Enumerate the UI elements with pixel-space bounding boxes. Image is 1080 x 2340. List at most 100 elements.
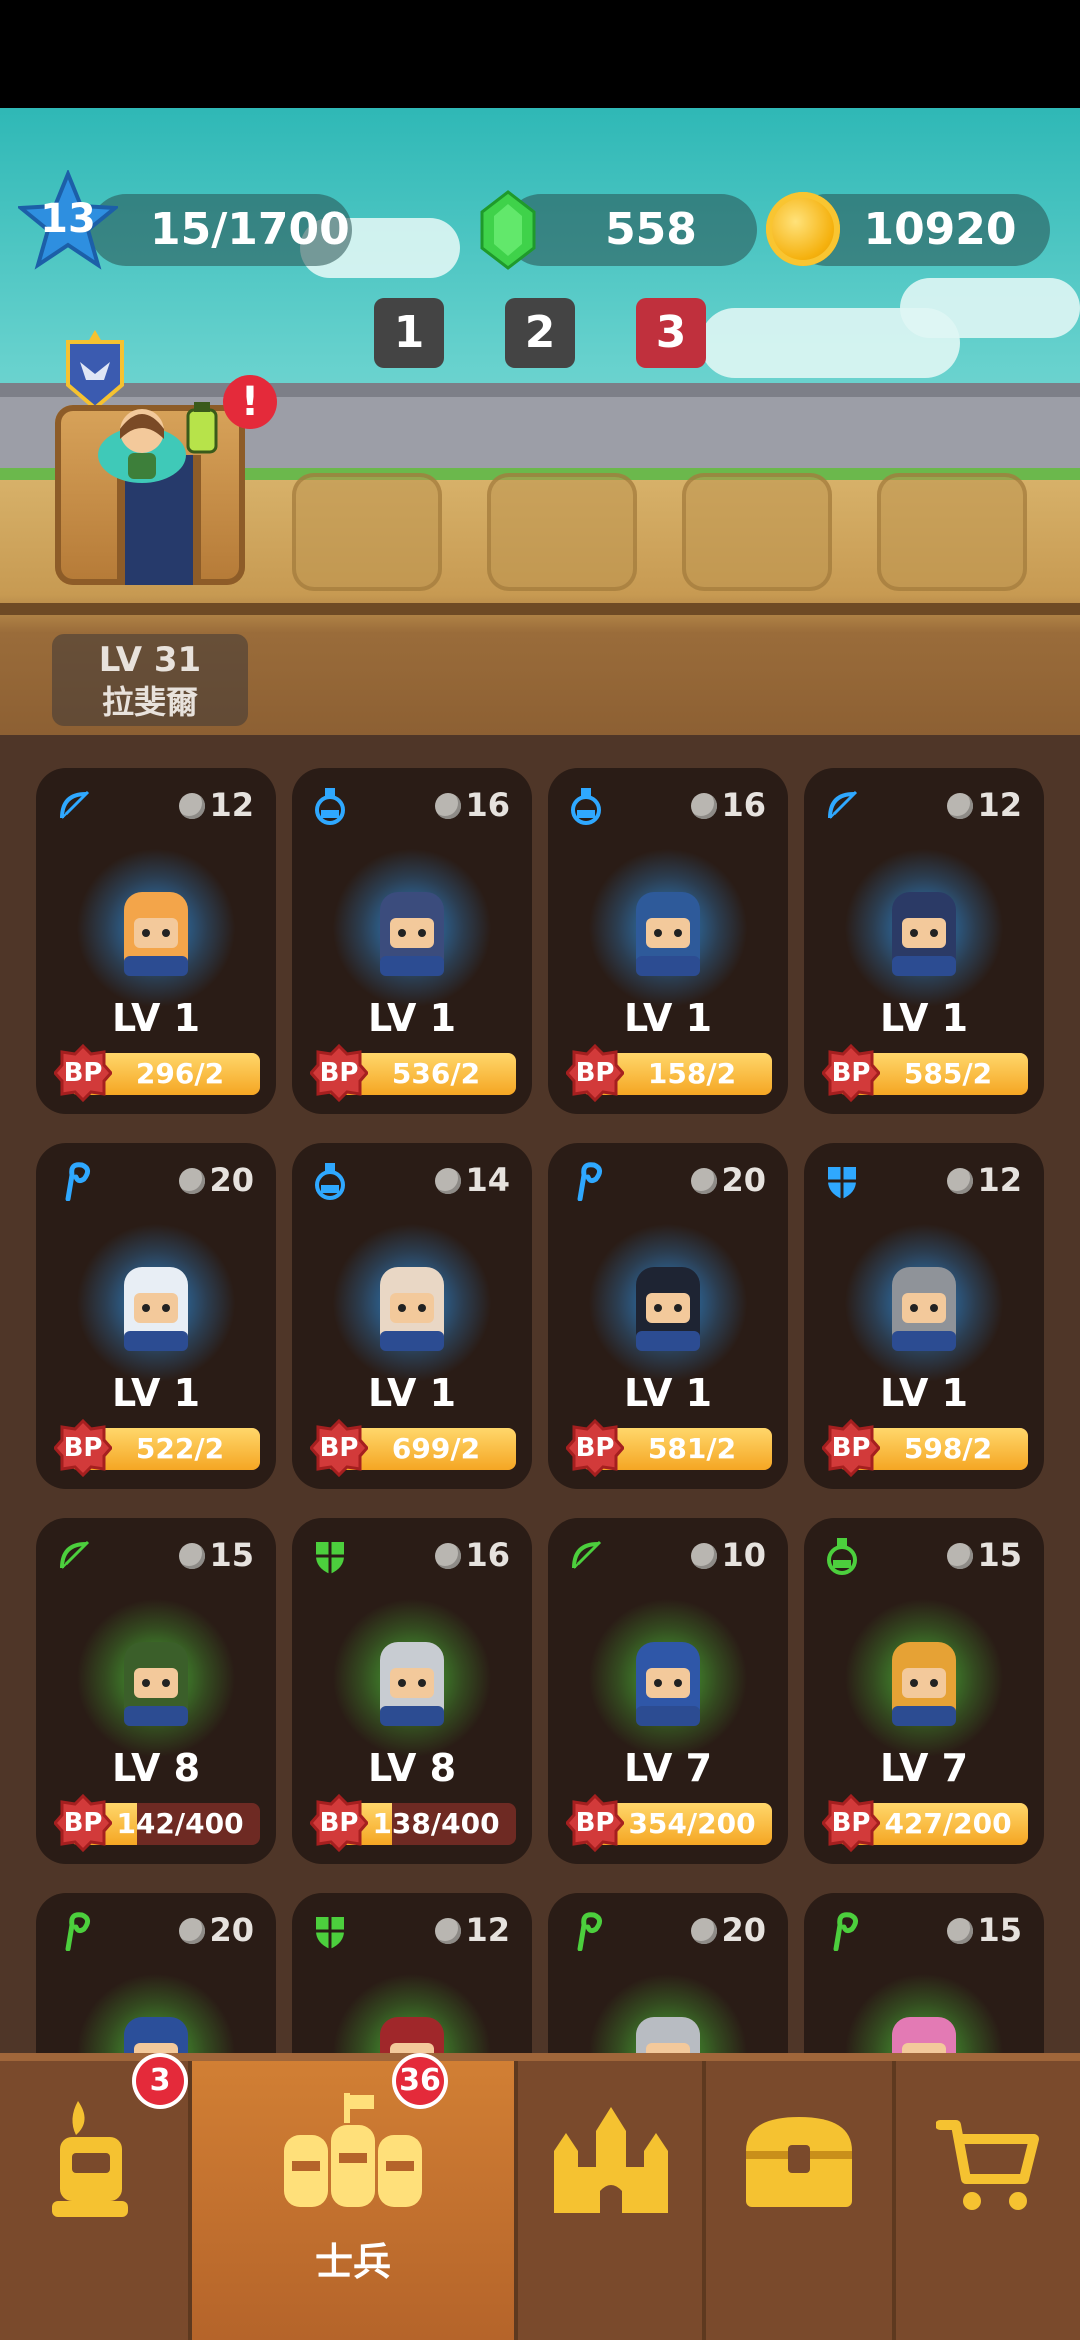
cost-icon	[435, 1168, 462, 1194]
xp-value: 15/1700	[150, 204, 350, 255]
soldier-character-icon	[892, 2017, 956, 2053]
cost-icon	[179, 1168, 206, 1194]
soldier-card[interactable]: 16 LV 8 138/400 BP	[292, 1518, 532, 1864]
nav-chest[interactable]	[706, 2061, 892, 2340]
soldier-card[interactable]: 16 LV 1 158/2 BP	[548, 768, 788, 1114]
soldier-character-icon	[636, 2017, 700, 2053]
cost-value: 15	[209, 1536, 254, 1574]
cost-value: 12	[209, 786, 254, 824]
soldier-level: LV 1	[111, 1371, 201, 1415]
bp-label: BP	[319, 1808, 359, 1838]
bp-label: BP	[63, 1433, 103, 1463]
soldier-card[interactable]: 20	[548, 1893, 788, 2053]
hero-label[interactable]: LV 31 拉斐爾	[52, 634, 248, 726]
deploy-cost: 12	[435, 1907, 510, 1953]
bow-icon	[822, 786, 862, 826]
soldier-card[interactable]: 15 LV 8 142/400 BP	[36, 1518, 276, 1864]
soldier-level: LV 1	[623, 1371, 713, 1415]
bp-label: BP	[319, 1058, 359, 1088]
bp-value: 598/2	[903, 1432, 993, 1465]
nav-castle[interactable]	[518, 2061, 702, 2340]
cost-icon	[947, 1918, 974, 1944]
soldier-level: LV 8	[367, 1746, 457, 1790]
cost-icon	[435, 1543, 462, 1569]
soldier-card[interactable]: 20	[36, 1893, 276, 2053]
bp-value: 699/2	[391, 1432, 481, 1465]
potion-icon	[822, 1536, 862, 1576]
staff-icon	[822, 1911, 862, 1952]
deploy-cost: 15	[179, 1532, 254, 1578]
hero-torch-icon	[52, 2101, 128, 2217]
soldier-character-icon	[892, 892, 956, 976]
soldier-character-icon	[380, 2017, 444, 2053]
deploy-cost: 15	[947, 1907, 1022, 1953]
bp-badge-icon: BP	[309, 1418, 369, 1478]
wave-3-button[interactable]: 3	[636, 298, 706, 368]
deploy-slot[interactable]	[292, 473, 442, 591]
bp-badge-icon: BP	[821, 1793, 881, 1853]
cost-value: 12	[977, 1161, 1022, 1199]
cost-value: 20	[721, 1161, 766, 1199]
bp-value: 522/2	[135, 1432, 225, 1465]
deploy-cost: 20	[691, 1157, 766, 1203]
bp-value: 296/2	[135, 1057, 225, 1090]
soldier-character-icon	[892, 1267, 956, 1351]
nav-soldiers-label: 士兵	[314, 2240, 391, 2284]
cost-value: 10	[721, 1536, 766, 1574]
deploy-slot[interactable]	[487, 473, 637, 591]
shield-icon	[310, 1911, 350, 1951]
bp-value: 536/2	[391, 1057, 481, 1090]
coin-icon	[766, 192, 840, 266]
nav-shop[interactable]	[896, 2061, 1080, 2340]
cost-value: 14	[465, 1161, 510, 1199]
hero-character-icon[interactable]	[95, 395, 190, 485]
deploy-cost: 12	[179, 782, 254, 828]
shield-icon	[310, 1536, 350, 1576]
alert-badge: !	[223, 375, 277, 429]
soldier-card[interactable]: 20 LV 1 522/2 BP	[36, 1143, 276, 1489]
staff-icon	[566, 1911, 606, 1952]
wave-1-button[interactable]: 1	[374, 298, 444, 368]
deploy-cost: 20	[691, 1907, 766, 1953]
cost-icon	[947, 1168, 974, 1194]
soldier-card[interactable]: 12 LV 1 296/2 BP	[36, 768, 276, 1114]
cost-value: 16	[465, 786, 510, 824]
soldier-level: LV 1	[879, 1371, 969, 1415]
soldier-card[interactable]: 12 LV 1 585/2 BP	[804, 768, 1044, 1114]
bp-value: 138/400	[372, 1807, 500, 1840]
bp-label: BP	[575, 1808, 615, 1838]
soldier-card[interactable]: 16 LV 1 536/2 BP	[292, 768, 532, 1114]
deploy-cost: 20	[179, 1157, 254, 1203]
soldier-level: LV 7	[623, 1746, 713, 1790]
staff-icon	[54, 1161, 94, 1202]
soldier-card[interactable]: 15 LV 7 427/200 BP	[804, 1518, 1044, 1864]
soldier-level: LV 1	[111, 996, 201, 1040]
bp-label: BP	[831, 1058, 871, 1088]
bp-badge-icon: BP	[309, 1793, 369, 1853]
nav-soldiers[interactable]: 士兵	[192, 2061, 514, 2340]
cost-icon	[947, 1543, 974, 1569]
soldier-grid: 12 LV 1 296/2 BP 16 LV 1 536/2 BP 16 LV 1 158/2 BP 1…	[0, 735, 1080, 2053]
xp-pill: 15/1700	[90, 194, 352, 266]
cost-icon	[179, 1918, 206, 1944]
deploy-slot[interactable]	[877, 473, 1027, 591]
hero-name: 拉斐爾	[101, 683, 198, 721]
soldier-card[interactable]: 12	[292, 1893, 532, 2053]
soldier-character-icon	[380, 1642, 444, 1726]
soldier-level: LV 7	[879, 1746, 969, 1790]
soldier-card[interactable]: 12 LV 1 598/2 BP	[804, 1143, 1044, 1489]
soldier-card[interactable]: 15	[804, 1893, 1044, 2053]
deploy-slot[interactable]	[682, 473, 832, 591]
wave-2-button[interactable]: 2	[505, 298, 575, 368]
bp-value: 354/200	[628, 1807, 756, 1840]
soldier-card[interactable]: 14 LV 1 699/2 BP	[292, 1143, 532, 1489]
cost-icon	[947, 793, 974, 819]
soldier-level: LV 1	[367, 1371, 457, 1415]
cost-value: 12	[977, 786, 1022, 824]
bp-label: BP	[63, 1058, 103, 1088]
bow-icon	[54, 1536, 94, 1576]
soldiers-badge: 36	[392, 2053, 448, 2109]
gem-pill[interactable]: 558	[505, 194, 757, 266]
soldier-card[interactable]: 20 LV 1 581/2 BP	[548, 1143, 788, 1489]
soldier-card[interactable]: 10 LV 7 354/200 BP	[548, 1518, 788, 1864]
